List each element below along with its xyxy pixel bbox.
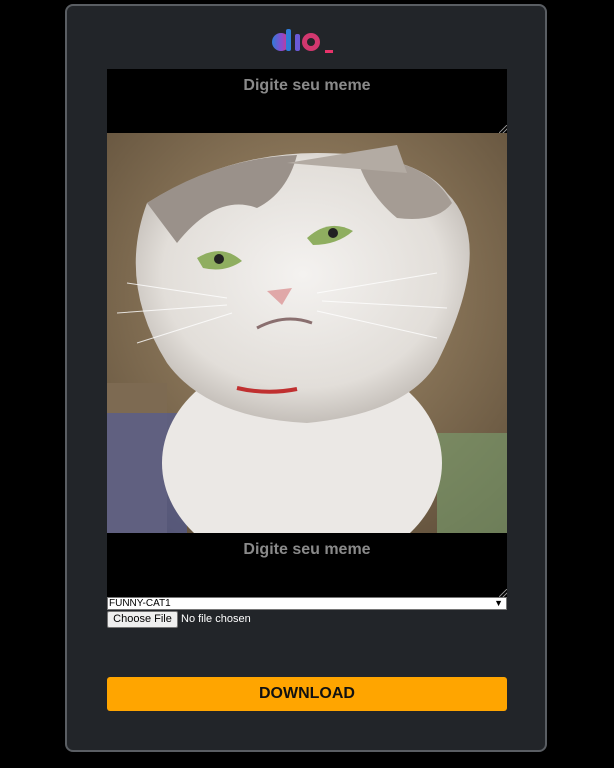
- download-button[interactable]: DOWNLOAD: [107, 677, 507, 711]
- bottom-meme-text-input[interactable]: [107, 533, 507, 597]
- cat-photo: [107, 133, 507, 533]
- file-status-text: No file chosen: [181, 613, 251, 625]
- dio-logo: [272, 29, 333, 53]
- meme-generator-card: FUNNY-CAT1 ▼ Choose File No file chosen …: [65, 4, 547, 752]
- choose-file-button[interactable]: Choose File: [107, 611, 178, 628]
- top-meme-text-input[interactable]: [107, 69, 507, 133]
- template-select[interactable]: FUNNY-CAT1 ▼: [107, 597, 507, 610]
- meme-image: [107, 133, 507, 533]
- template-select-value: FUNNY-CAT1: [109, 598, 171, 609]
- chevron-down-icon: ▼: [494, 598, 503, 608]
